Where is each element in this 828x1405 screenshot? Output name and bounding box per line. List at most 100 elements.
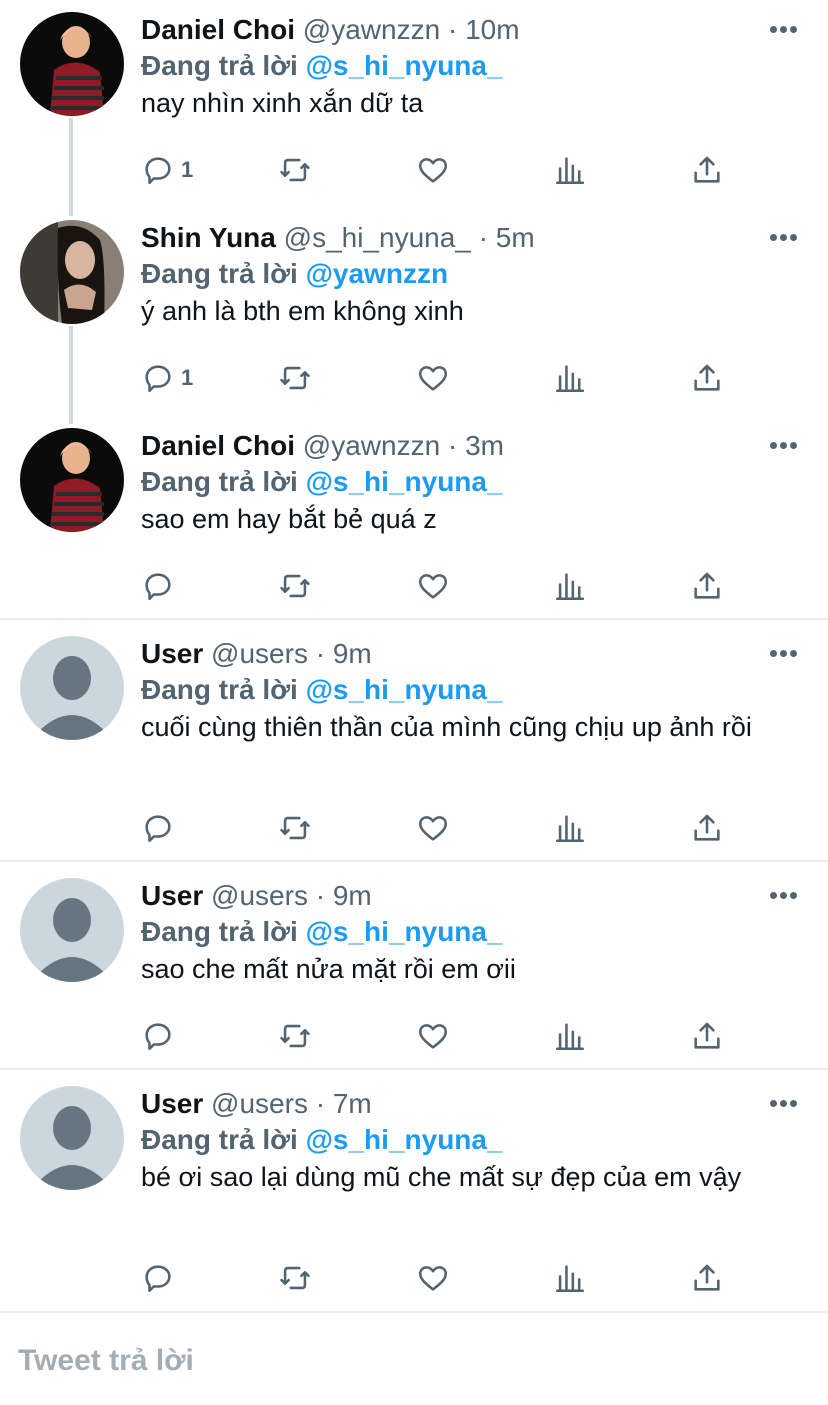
display-name[interactable]: User [141, 1088, 203, 1119]
like-button[interactable] [416, 1018, 450, 1054]
like-button[interactable] [416, 152, 450, 188]
retweet-button[interactable] [278, 360, 312, 396]
avatar[interactable] [20, 636, 124, 740]
timestamp[interactable]: 10m [465, 14, 519, 45]
more-options-icon[interactable] [770, 442, 798, 450]
avatar[interactable] [20, 428, 124, 532]
tweet[interactable]: User @users · 7m Đang trả lời @s_hi_nyun… [0, 1086, 828, 1310]
display-name[interactable]: Shin Yuna [141, 222, 276, 253]
retweet-button[interactable] [278, 1018, 312, 1054]
share-button[interactable] [690, 810, 724, 846]
analytics-button[interactable] [553, 810, 587, 846]
user-handle[interactable]: @yawnzzn [303, 430, 440, 461]
display-name[interactable]: User [141, 880, 203, 911]
heart-icon [418, 816, 448, 841]
share-button[interactable] [690, 1260, 724, 1296]
replying-to: Đang trả lời @s_hi_nyuna_ [141, 464, 503, 500]
tweet-header: User @users · 9m [141, 636, 372, 672]
analytics-icon [555, 1023, 585, 1051]
display-name[interactable]: Daniel Choi [141, 430, 295, 461]
tweet[interactable]: Daniel Choi @yawnzzn · 10m Đang trả lời … [0, 12, 828, 202]
share-button[interactable] [690, 1018, 724, 1054]
analytics-button[interactable] [553, 360, 587, 396]
more-options-icon[interactable] [770, 892, 798, 900]
tweet-header: Daniel Choi @yawnzzn · 10m [141, 12, 520, 48]
avatar[interactable] [20, 12, 124, 116]
replying-to: Đang trả lời @s_hi_nyuna_ [141, 48, 503, 84]
tweet-actions: 1 [141, 360, 741, 396]
share-button[interactable] [690, 152, 724, 188]
avatar[interactable] [20, 878, 124, 982]
more-options-icon[interactable] [770, 26, 798, 34]
reply-button[interactable]: 1 [141, 360, 193, 396]
retweet-icon [280, 366, 310, 390]
analytics-button[interactable] [553, 568, 587, 604]
retweet-button[interactable] [278, 568, 312, 604]
like-button[interactable] [416, 1260, 450, 1296]
replying-to: Đang trả lời @yawnzzn [141, 256, 448, 292]
analytics-button[interactable] [553, 1260, 587, 1296]
mention-link[interactable]: @s_hi_nyuna_ [306, 674, 503, 705]
reply-button[interactable]: 1 [141, 152, 193, 188]
display-name[interactable]: User [141, 638, 203, 669]
mention-link[interactable]: @s_hi_nyuna_ [306, 50, 503, 81]
reply-composer[interactable]: Tweet trả lời [0, 1314, 828, 1405]
mention-link[interactable]: @s_hi_nyuna_ [306, 916, 503, 947]
timestamp[interactable]: 5m [496, 222, 535, 253]
like-button[interactable] [416, 568, 450, 604]
reply-count: 1 [181, 157, 194, 182]
more-options-icon[interactable] [770, 1100, 798, 1108]
timestamp[interactable]: 9m [333, 638, 372, 669]
avatar[interactable] [20, 1086, 124, 1190]
reply-count: 1 [181, 365, 194, 390]
retweet-button[interactable] [278, 152, 312, 188]
divider [0, 1311, 828, 1313]
display-name[interactable]: Daniel Choi [141, 14, 295, 45]
separator-dot: · [447, 14, 458, 45]
share-button[interactable] [690, 568, 724, 604]
tweet[interactable]: Shin Yuna @s_hi_nyuna_ · 5m Đang trả lời… [0, 220, 828, 410]
replying-to: Đang trả lời @s_hi_nyuna_ [141, 672, 503, 708]
timestamp[interactable]: 9m [333, 880, 372, 911]
mention-link[interactable]: @s_hi_nyuna_ [306, 1124, 503, 1155]
reply-input[interactable]: Tweet trả lời [18, 1344, 194, 1378]
tweet[interactable]: Daniel Choi @yawnzzn · 3m Đang trả lời @… [0, 428, 828, 618]
tweet-text: ý anh là bth em không xinh [141, 296, 464, 326]
mention-link[interactable]: @s_hi_nyuna_ [306, 466, 503, 497]
retweet-button[interactable] [278, 810, 312, 846]
user-handle[interactable]: @users [211, 638, 308, 669]
like-button[interactable] [416, 810, 450, 846]
reply-button[interactable] [141, 1260, 181, 1296]
user-handle[interactable]: @users [211, 880, 308, 911]
timestamp[interactable]: 7m [333, 1088, 372, 1119]
user-handle[interactable]: @yawnzzn [303, 14, 440, 45]
reply-button[interactable] [141, 568, 181, 604]
heart-icon [418, 158, 448, 183]
user-handle[interactable]: @s_hi_nyuna_ [284, 222, 471, 253]
reply-button[interactable] [141, 810, 181, 846]
replying-label: Đang trả lời [141, 258, 298, 289]
share-button[interactable] [690, 360, 724, 396]
share-icon [694, 572, 720, 599]
analytics-button[interactable] [553, 1018, 587, 1054]
heart-icon [418, 1266, 448, 1291]
retweet-button[interactable] [278, 1260, 312, 1296]
tweet-text: bé ơi sao lại dùng mũ che mất sự đẹp của… [141, 1162, 742, 1192]
user-handle[interactable]: @users [211, 1088, 308, 1119]
analytics-button[interactable] [553, 152, 587, 188]
tweet[interactable]: User @users · 9m Đang trả lời @s_hi_nyun… [0, 636, 828, 860]
timestamp[interactable]: 3m [465, 430, 504, 461]
more-options-icon[interactable] [770, 234, 798, 242]
share-icon [694, 1022, 720, 1049]
tweet-actions: 1 [141, 152, 741, 188]
more-options-icon[interactable] [770, 650, 798, 658]
heart-icon [418, 574, 448, 599]
share-icon [694, 156, 720, 183]
heart-icon [418, 366, 448, 391]
like-button[interactable] [416, 360, 450, 396]
mention-link[interactable]: @yawnzzn [306, 258, 448, 289]
reply-button[interactable] [141, 1018, 181, 1054]
tweet-header: User @users · 7m [141, 1086, 372, 1122]
tweet[interactable]: User @users · 9m Đang trả lời @s_hi_nyun… [0, 878, 828, 1068]
avatar[interactable] [20, 220, 124, 324]
